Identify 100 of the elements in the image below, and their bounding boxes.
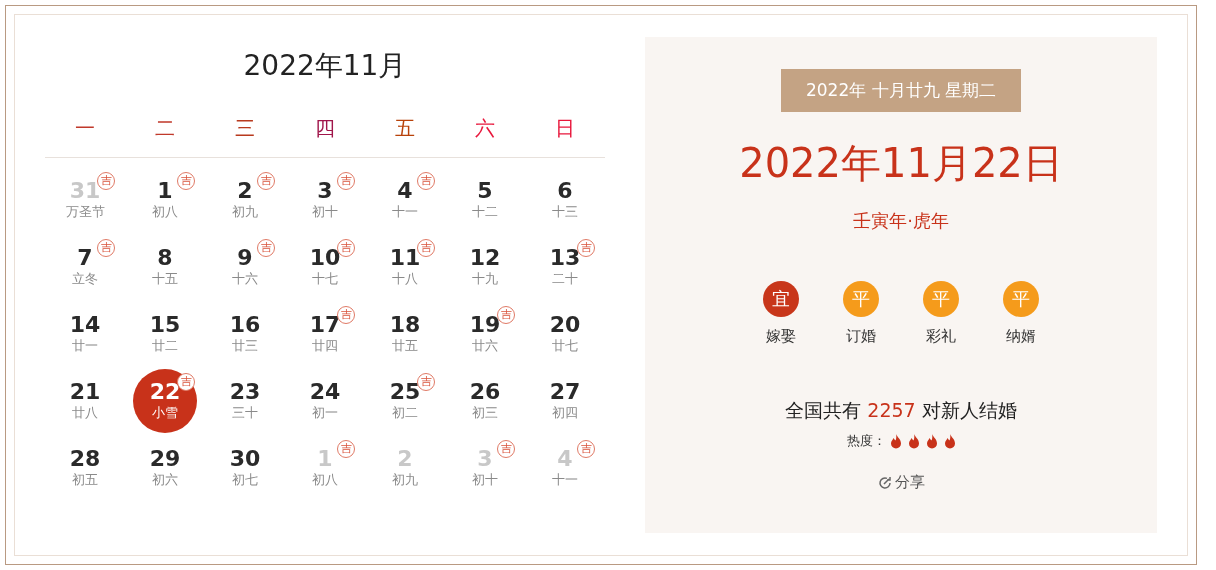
day-cell[interactable]: 1 吉 初八 — [133, 167, 197, 232]
day-number: 4 — [397, 178, 413, 203]
lucky-badge: 吉 — [257, 171, 275, 190]
rating-badge: 平 — [923, 281, 959, 317]
day-number: 28 — [69, 446, 101, 471]
lunar-date: 十九 — [472, 269, 498, 288]
weekday-label: 四 — [314, 114, 336, 142]
flame-icon — [925, 433, 938, 449]
day-cell[interactable]: 6 十三 — [533, 167, 597, 232]
lunar-date: 廿四 — [312, 336, 338, 355]
weekday-label: 三 — [234, 114, 256, 142]
wedding-count-text: 全国共有 2257 对新人结婚 — [785, 398, 1017, 423]
day-number: 27 — [549, 379, 581, 404]
lunar-date-tag: 2022年 十月廿九 星期二 — [780, 69, 1022, 112]
day-cell[interactable]: 7 吉 立冬 — [53, 234, 117, 299]
lucky-badge: 吉 — [177, 171, 195, 190]
lunar-date: 十七 — [312, 269, 338, 288]
day-cell[interactable]: 9 吉 十六 — [213, 234, 277, 299]
lucky-badge: 吉 — [257, 238, 275, 257]
lunar-date: 万圣节 — [65, 202, 105, 221]
day-cell[interactable]: 18 廿五 — [373, 301, 437, 366]
lunar-date: 廿二 — [152, 336, 178, 355]
lunar-date: 十五 — [152, 269, 178, 288]
day-number: 30 — [229, 446, 261, 471]
day-number: 16 — [229, 312, 261, 337]
day-number: 29 — [149, 446, 181, 471]
lunar-date: 初六 — [152, 470, 178, 489]
lunar-date: 初八 — [312, 470, 338, 489]
lunar-date: 初八 — [152, 202, 178, 221]
lucky-badge: 吉 — [577, 439, 595, 458]
day-cell[interactable]: 5 十二 — [453, 167, 517, 232]
lunar-date: 廿八 — [72, 403, 98, 422]
lunar-date: 初七 — [232, 470, 258, 489]
day-number: 14 — [69, 312, 101, 337]
day-cell[interactable]: 24 初一 — [293, 368, 357, 433]
lucky-badge: 吉 — [337, 305, 355, 324]
day-number: 18 — [389, 312, 421, 337]
rating-badge: 宜 — [763, 281, 799, 317]
day-number: 23 — [229, 379, 261, 404]
day-number: 9 — [237, 245, 253, 270]
day-number: 15 — [149, 312, 181, 337]
lunar-date: 初一 — [312, 403, 338, 422]
day-cell[interactable]: 20 廿七 — [533, 301, 597, 366]
lucky-badge: 吉 — [97, 238, 115, 257]
weekday-label: 六 — [474, 114, 496, 142]
day-cell[interactable]: 29 初六 — [133, 435, 197, 500]
lunar-date: 初九 — [392, 470, 418, 489]
day-cell[interactable]: 26 初三 — [453, 368, 517, 433]
weekday-label: 二 — [154, 114, 176, 142]
day-cell[interactable]: 28 初五 — [53, 435, 117, 500]
activity-label: 订婚 — [846, 327, 876, 346]
day-cell[interactable]: 21 廿八 — [53, 368, 117, 433]
day-cell[interactable]: 8 十五 — [133, 234, 197, 299]
day-cell[interactable]: 23 三十 — [213, 368, 277, 433]
day-cell[interactable]: 14 廿一 — [53, 301, 117, 366]
lunar-date: 十一 — [552, 470, 578, 489]
day-number: 2 — [237, 178, 253, 203]
share-button[interactable]: 分享 — [871, 472, 931, 493]
lucky-badge: 吉 — [417, 372, 435, 391]
lunar-date: 廿三 — [232, 336, 258, 355]
lunar-date: 十一 — [392, 202, 418, 221]
day-number: 7 — [77, 245, 93, 270]
day-cell[interactable]: 2 吉 初九 — [213, 167, 277, 232]
lunar-date: 初三 — [472, 403, 498, 422]
day-number: 12 — [469, 245, 501, 270]
activity-label: 纳婿 — [1006, 327, 1036, 346]
activity-label: 嫁娶 — [766, 327, 796, 346]
lunar-date: 初十 — [312, 202, 338, 221]
flame-icon — [889, 433, 902, 449]
activity-label: 彩礼 — [926, 327, 956, 346]
lunar-date: 廿五 — [392, 336, 418, 355]
rating-badge: 平 — [843, 281, 879, 317]
day-cell[interactable]: 16 廿三 — [213, 301, 277, 366]
heat-label: 热度： — [846, 432, 886, 450]
lunar-date: 立冬 — [72, 269, 98, 288]
day-number: 20 — [549, 312, 581, 337]
weekday-label: 一 — [74, 114, 96, 142]
day-number: 3 — [317, 178, 333, 203]
lunar-date: 廿六 — [472, 336, 498, 355]
day-number: 24 — [309, 379, 341, 404]
selected-date: 2022年11月22日 — [739, 139, 1063, 188]
day-cell[interactable]: 15 廿二 — [133, 301, 197, 366]
day-cell[interactable]: 27 初四 — [533, 368, 597, 433]
lunar-date: 初四 — [552, 403, 578, 422]
lucky-badge: 吉 — [417, 238, 435, 257]
rating-badge: 平 — [1003, 281, 1039, 317]
lunar-date: 廿七 — [552, 336, 578, 355]
flame-icon — [943, 433, 956, 449]
lunar-date: 初五 — [72, 470, 98, 489]
lunar-date: 十二 — [472, 202, 498, 221]
lucky-badge: 吉 — [97, 171, 115, 190]
day-cell[interactable]: 30 初七 — [213, 435, 277, 500]
day-number: 1 — [157, 178, 173, 203]
weekday-label: 五 — [394, 114, 416, 142]
day-cell[interactable]: 3 吉 初十 — [293, 167, 357, 232]
lunar-date: 十八 — [392, 269, 418, 288]
day-cell[interactable]: 12 十九 — [453, 234, 517, 299]
lunar-date: 小雪 — [152, 403, 178, 422]
month-title: 2022年11月 — [242, 48, 408, 84]
day-cell[interactable]: 4 吉 十一 — [373, 167, 437, 232]
